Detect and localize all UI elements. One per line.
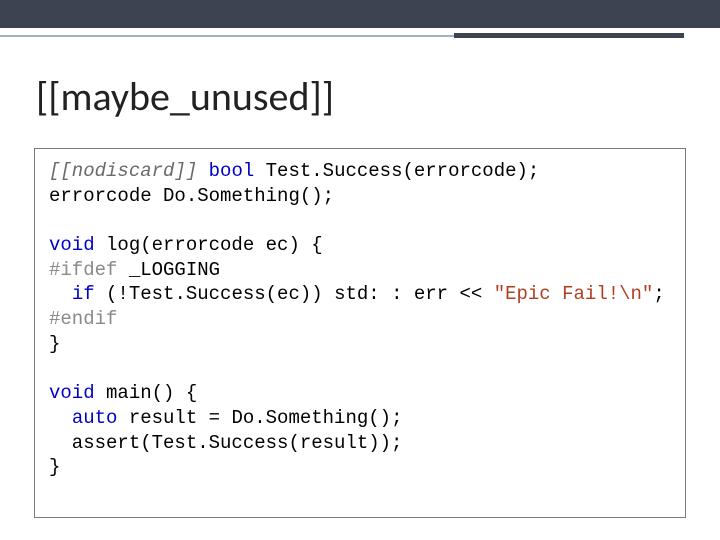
code-text: result = Do.Something(); [117, 407, 402, 429]
code-text: main() { [95, 382, 198, 404]
code-text: ; [653, 283, 664, 305]
accent-line-thick [454, 33, 684, 38]
code-text: errorcode Do.Something(); [49, 185, 334, 207]
code-text: (!Test.Success(ec)) std: : err << [95, 283, 494, 305]
accent-line-thin [0, 35, 454, 37]
slide: [[maybe_unused]] [[nodiscard]] bool Test… [0, 0, 720, 540]
code-text [49, 407, 72, 429]
code-string: "Epic Fail!\n" [494, 283, 654, 305]
code-kw-void: void [49, 234, 95, 256]
code-text: assert(Test.Success(result)); [49, 432, 402, 454]
code-text: log(errorcode ec) { [95, 234, 323, 256]
code-attr: [[nodiscard]] [49, 160, 209, 182]
code-kw-if: if [72, 283, 95, 305]
slide-title: [[maybe_unused]] [36, 72, 334, 121]
code-text: } [49, 456, 60, 478]
code-text: Test.Success(errorcode); [254, 160, 539, 182]
code-preproc: #endif [49, 308, 117, 330]
accent-line [0, 34, 684, 37]
code-text: _LOGGING [117, 259, 220, 281]
code-block: [[nodiscard]] bool Test.Success(errorcod… [34, 148, 686, 518]
code-kw-void: void [49, 382, 95, 404]
code-text: } [49, 333, 60, 355]
code-preproc: #ifdef [49, 259, 117, 281]
header-bar [0, 0, 720, 28]
code-kw-auto: auto [72, 407, 118, 429]
code-text [49, 283, 72, 305]
code-kw-bool: bool [209, 160, 255, 182]
